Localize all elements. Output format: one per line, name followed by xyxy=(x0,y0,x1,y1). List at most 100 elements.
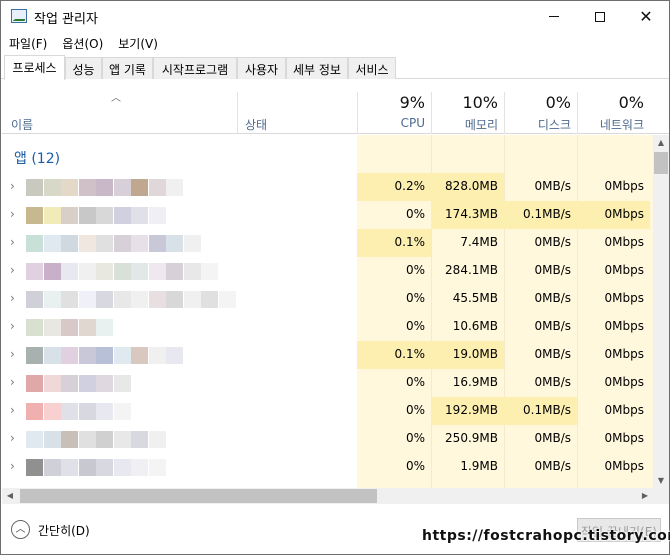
minimize-icon xyxy=(549,16,559,17)
blurred-name-tile xyxy=(43,235,61,252)
blurred-name-tile xyxy=(61,235,78,252)
blurred-name-tile xyxy=(148,347,166,364)
tab-app-history[interactable]: 앱 기록 xyxy=(102,57,153,79)
tab-startup[interactable]: 시작프로그램 xyxy=(153,57,237,79)
expand-chevron-icon[interactable]: › xyxy=(10,375,15,389)
tab-strip: 프로세스 성능 앱 기록 시작프로그램 사용자 세부 정보 서비스 xyxy=(1,55,669,80)
expand-chevron-icon[interactable]: › xyxy=(10,459,15,473)
cpu-cell: 0% xyxy=(405,263,425,277)
menu-bar: 파일(F) 옵션(O) 보기(V) xyxy=(1,32,165,54)
blurred-name-tile xyxy=(43,291,61,308)
expand-chevron-icon[interactable]: › xyxy=(10,319,15,333)
blurred-name-tile xyxy=(166,347,183,364)
expand-chevron-icon[interactable]: › xyxy=(10,207,15,221)
fewer-details-link[interactable]: 간단히(D) xyxy=(38,522,90,539)
network-cell: 0Mbps xyxy=(604,431,644,445)
blurred-name-tile xyxy=(113,347,131,364)
tab-performance[interactable]: 성능 xyxy=(65,57,102,79)
network-cell: 0Mbps xyxy=(604,319,644,333)
menu-file[interactable]: 파일(F) xyxy=(1,32,54,54)
process-row[interactable]: › 0% 45.5MB 0MB/s 0Mbps xyxy=(2,285,653,313)
scroll-down-arrow-icon[interactable]: ▼ xyxy=(653,472,669,488)
disk-label: 디스크 xyxy=(537,118,571,132)
expand-chevron-icon[interactable]: › xyxy=(10,431,15,445)
blurred-name-tile xyxy=(96,207,113,224)
blurred-name-tile xyxy=(78,235,96,252)
expand-chevron-icon[interactable]: › xyxy=(10,403,15,417)
blurred-name-tile xyxy=(131,207,148,224)
disk-cell: 0.1MB/s xyxy=(504,397,577,425)
scroll-left-arrow-icon[interactable]: ◀ xyxy=(2,488,18,504)
tab-services[interactable]: 서비스 xyxy=(348,57,396,79)
tab-details[interactable]: 세부 정보 xyxy=(286,57,348,79)
close-button[interactable]: ✕ xyxy=(623,1,669,32)
expand-chevron-icon[interactable]: › xyxy=(10,263,15,277)
blurred-name-tile xyxy=(148,263,166,280)
process-row[interactable]: › 0% 10.6MB 0MB/s 0Mbps xyxy=(2,313,653,341)
tab-processes[interactable]: 프로세스 xyxy=(4,55,65,80)
cpu-cell: 0.1% xyxy=(357,229,431,257)
horizontal-scrollbar[interactable]: ◀ ▶ xyxy=(2,488,653,504)
blurred-name-tile xyxy=(26,179,43,196)
horizontal-scroll-thumb[interactable] xyxy=(20,489,377,503)
disk-cell: 0MB/s xyxy=(534,179,571,193)
blurred-name-tile xyxy=(78,263,96,280)
minimize-button[interactable] xyxy=(531,1,577,32)
vertical-scroll-thumb[interactable] xyxy=(654,152,668,174)
expand-chevron-icon[interactable]: › xyxy=(10,347,15,361)
collapse-up-icon[interactable]: ︿ xyxy=(11,520,30,539)
column-network[interactable]: 0% 네트워크 xyxy=(578,80,650,134)
memory-cell: 192.9MB xyxy=(431,397,504,425)
column-disk[interactable]: 0% 디스크 xyxy=(505,80,577,134)
network-cell: 0Mbps xyxy=(577,201,650,229)
blurred-name-tile xyxy=(96,431,113,448)
blurred-name-tile xyxy=(26,291,43,308)
disk-cell: 0MB/s xyxy=(534,319,571,333)
blurred-name-tile xyxy=(148,459,166,476)
process-row[interactable]: › 0% 250.9MB 0MB/s 0Mbps xyxy=(2,425,653,453)
column-name[interactable]: 이름 xyxy=(11,116,33,133)
blurred-name-tile xyxy=(78,459,96,476)
tab-users[interactable]: 사용자 xyxy=(237,57,286,79)
column-status[interactable]: 상태 xyxy=(245,116,267,133)
memory-cell: 45.5MB xyxy=(452,291,498,305)
network-cell: 0Mbps xyxy=(604,403,644,417)
process-row[interactable]: › 0.1% 19.0MB 0MB/s 0Mbps xyxy=(2,341,653,369)
network-percent: 0% xyxy=(618,93,644,112)
maximize-button[interactable] xyxy=(577,1,623,32)
column-memory[interactable]: 10% 메모리 xyxy=(432,80,504,134)
blurred-name-tile xyxy=(166,179,183,196)
blurred-name-tile xyxy=(26,263,43,280)
network-cell: 0Mbps xyxy=(604,375,644,389)
expand-chevron-icon[interactable]: › xyxy=(10,291,15,305)
window-title: 작업 관리자 xyxy=(34,12,98,27)
title-bar[interactable]: 작업 관리자 ✕ xyxy=(1,1,669,32)
cpu-cell: 0% xyxy=(405,207,425,221)
blurred-name-tile xyxy=(131,459,148,476)
blurred-name-tile xyxy=(113,291,131,308)
task-manager-window: 작업 관리자 ✕ 파일(F) 옵션(O) 보기(V) 프로세스 성능 앱 기록 … xyxy=(0,0,670,555)
column-divider[interactable] xyxy=(237,92,238,134)
menu-view[interactable]: 보기(V) xyxy=(110,32,165,54)
process-row[interactable]: › 0.1% 7.4MB 0MB/s 0Mbps xyxy=(2,229,653,257)
memory-cell: 7.4MB xyxy=(460,235,498,249)
column-cpu[interactable]: 9% CPU xyxy=(358,80,431,134)
process-row[interactable]: › 0.2% 828.0MB 0MB/s 0Mbps xyxy=(2,173,653,201)
process-row[interactable]: › 0% 284.1MB 0MB/s 0Mbps xyxy=(2,257,653,285)
process-row[interactable]: › 0% 16.9MB 0MB/s 0Mbps xyxy=(2,369,653,397)
blurred-name-tile xyxy=(201,263,218,280)
blurred-name-tile xyxy=(61,207,78,224)
maximize-icon xyxy=(595,11,605,22)
expand-chevron-icon[interactable]: › xyxy=(10,179,15,193)
process-row[interactable]: › 0% 174.3MB 0.1MB/s 0Mbps xyxy=(2,201,653,229)
menu-options[interactable]: 옵션(O) xyxy=(54,32,110,54)
cpu-cell: 0% xyxy=(405,431,425,445)
apps-group-header[interactable]: 앱 (12) xyxy=(14,148,60,168)
expand-chevron-icon[interactable]: › xyxy=(10,235,15,249)
blurred-name-tile xyxy=(61,179,78,196)
vertical-scrollbar[interactable]: ▲ ▼ xyxy=(653,135,669,488)
scroll-right-arrow-icon[interactable]: ▶ xyxy=(637,488,653,504)
process-row[interactable]: › 0% 1.9MB 0MB/s 0Mbps xyxy=(2,453,653,481)
scroll-up-arrow-icon[interactable]: ▲ xyxy=(653,135,669,151)
process-row[interactable]: › 0% 192.9MB 0.1MB/s 0Mbps xyxy=(2,397,653,425)
